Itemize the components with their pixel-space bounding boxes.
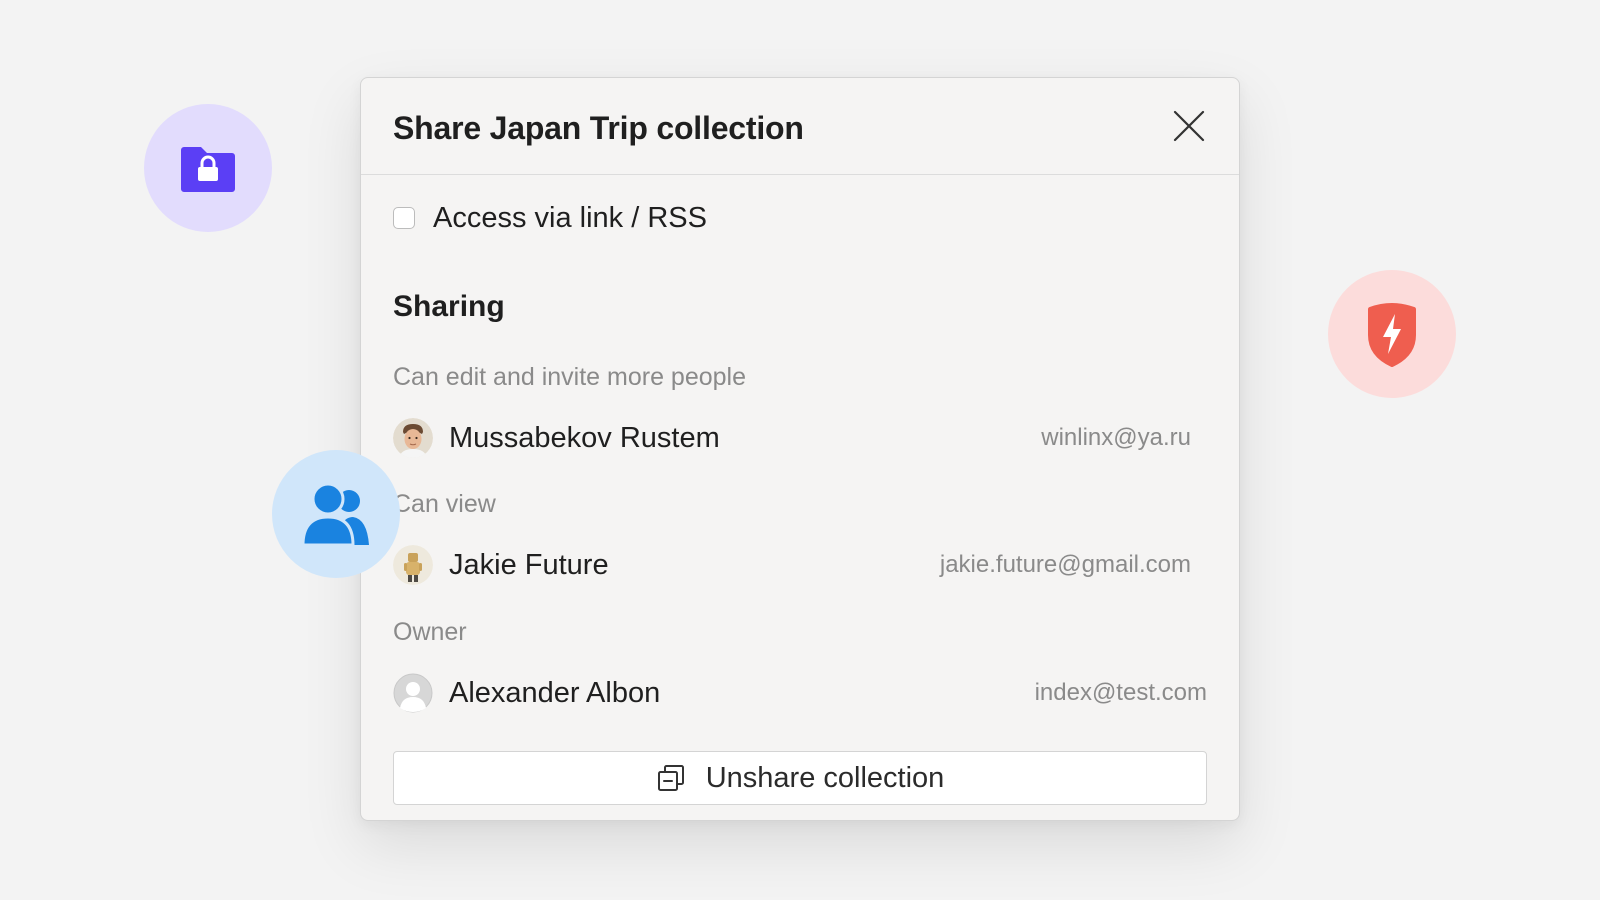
unshare-icon <box>657 765 684 791</box>
close-icon <box>1173 110 1205 142</box>
unshare-collection-button[interactable]: Unshare collection <box>393 751 1207 805</box>
unshare-label: Unshare collection <box>705 762 945 794</box>
dialog-title: Share Japan Trip collection <box>393 110 804 146</box>
avatar <box>393 545 433 585</box>
sharing-section-title: Sharing <box>393 290 505 323</box>
group-label-can-view: Can view <box>393 490 496 518</box>
shield-bolt-icon <box>1368 303 1416 367</box>
member-row: Jakie Future jakie.future@gmail.com <box>393 543 1207 587</box>
member-name: Alexander Albon <box>449 677 661 709</box>
locked-folder-icon <box>181 147 235 192</box>
share-collection-dialog: Share Japan Trip collection Access via l… <box>360 77 1240 821</box>
member-row: Alexander Albon index@test.com <box>393 671 1207 715</box>
link-access-checkbox[interactable] <box>393 207 415 229</box>
avatar <box>393 673 433 713</box>
shield-badge <box>1328 270 1456 398</box>
link-access-toggle[interactable]: Access via link / RSS <box>393 200 707 236</box>
group-label-owner: Owner <box>393 618 467 646</box>
dialog-header: Share Japan Trip collection <box>361 78 1239 175</box>
member-email: winlinx@ya.ru <box>1041 424 1191 451</box>
member-email: index@test.com <box>1034 679 1207 706</box>
member-name: Mussabekov Rustem <box>449 422 720 454</box>
member-row: Mussabekov Rustem winlinx@ya.ru <box>393 416 1207 460</box>
people-badge <box>272 450 400 578</box>
member-email: jakie.future@gmail.com <box>939 551 1191 578</box>
member-name: Jakie Future <box>449 549 609 581</box>
avatar <box>393 418 433 458</box>
group-label-can-edit: Can edit and invite more people <box>393 363 747 391</box>
link-access-label: Access via link / RSS <box>433 202 707 234</box>
people-icon <box>303 483 369 545</box>
close-button[interactable] <box>1171 108 1207 144</box>
locked-folder-badge <box>144 104 272 232</box>
